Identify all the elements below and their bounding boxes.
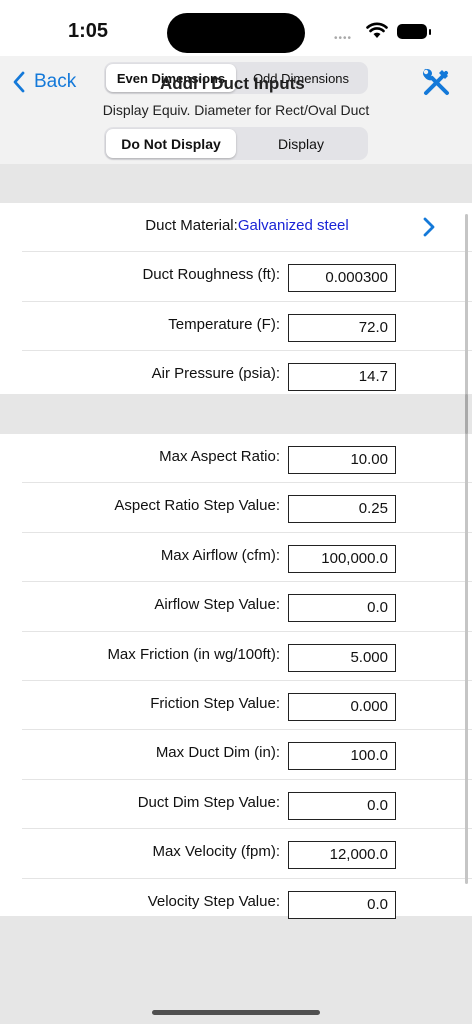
max-duct-dim-label: Max Duct Dim (in): [155,744,280,762]
duct-roughness-field[interactable]: 0.000300 [288,264,396,293]
aspect-ratio-step-row: Aspect Ratio Step Value: 0.25 [22,483,472,533]
max-friction-label: Max Friction (in wg/100ft): [107,645,280,663]
max-friction-field[interactable]: 5.000 [288,643,396,672]
duct-roughness-row: Duct Roughness (ft): 0.000300 [22,252,472,302]
home-indicator[interactable] [152,1010,320,1015]
back-button[interactable]: Back [12,70,76,94]
airflow-step-row: Airflow Step Value: 0.0 [22,582,472,632]
max-velocity-row: Max Velocity (fpm): 12,000.0 [22,829,472,879]
duct-material-text: Duct Material:Galvanized steel [22,217,472,234]
duct-dim-step-row: Duct Dim Step Value: 0.0 [22,780,472,830]
max-velocity-label: Max Velocity (fpm): [152,843,280,861]
equiv-diameter-label: Display Equiv. Diameter for Rect/Oval Du… [102,102,370,118]
duct-dim-step-field[interactable]: 0.0 [288,791,396,820]
friction-step-field[interactable]: 0.000 [288,692,396,721]
friction-step-row: Friction Step Value: 0.000 [22,681,472,731]
max-airflow-row: Max Airflow (cfm): 100,000.0 [22,533,472,583]
duct-properties-section: Duct Material:Galvanized steel Duct Roug… [0,203,472,394]
duct-material-label: Duct Material: [145,217,238,234]
scrollbar-thumb[interactable] [465,394,468,434]
back-label: Back [34,71,77,92]
do-not-display-option[interactable]: Do Not Display [106,129,236,158]
wifi-icon [366,22,388,38]
air-pressure-label: Air Pressure (psia): [151,365,280,383]
scroll-track[interactable] [465,214,468,884]
duct-material-value: Galvanized steel [237,217,349,234]
status-bar: 1:05 •••• [0,0,472,56]
duct-dim-step-label: Duct Dim Step Value: [137,793,280,811]
friction-step-label: Friction Step Value: [150,694,280,712]
status-time: 1:05 [68,20,109,42]
max-duct-dim-row: Max Duct Dim (in): 100.0 [22,730,472,780]
display-option[interactable]: Display [236,129,366,158]
air-pressure-row: Air Pressure (psia): 14.7 [22,351,472,399]
max-airflow-field[interactable]: 100,000.0 [288,544,396,573]
duct-roughness-label: Duct Roughness (ft): [142,266,280,284]
tools-icon[interactable] [420,66,452,98]
max-airflow-label: Max Airflow (cfm): [160,546,280,564]
page-title: Addl'l Duct Inputs [160,74,305,93]
limits-section: Max Aspect Ratio: 10.00 Aspect Ratio Ste… [0,434,472,919]
max-aspect-ratio-row: Max Aspect Ratio: 10.00 [22,434,472,484]
velocity-step-field[interactable]: 0.0 [288,890,396,919]
cellular-signal-icon: •••• [334,33,353,44]
airflow-step-field[interactable]: 0.0 [288,594,396,623]
temperature-row: Temperature (F): 72.0 [22,302,472,352]
aspect-ratio-step-label: Aspect Ratio Step Value: [114,497,280,515]
max-velocity-field[interactable]: 12,000.0 [288,841,396,870]
temperature-label: Temperature (F): [168,315,280,333]
equiv-diameter-segmented-control: Do Not Display Display [104,127,368,160]
air-pressure-field[interactable]: 14.7 [288,363,396,392]
chevron-right-icon[interactable] [422,217,436,237]
max-friction-row: Max Friction (in wg/100ft): 5.000 [22,632,472,681]
airflow-step-label: Airflow Step Value: [154,596,280,614]
velocity-step-label: Velocity Step Value: [147,892,280,910]
duct-material-row[interactable]: Duct Material:Galvanized steel [22,203,472,253]
max-duct-dim-field[interactable]: 100.0 [288,742,396,771]
temperature-field[interactable]: 72.0 [288,313,396,342]
aspect-ratio-step-field[interactable]: 0.25 [288,495,396,524]
battery-icon [397,24,431,39]
dynamic-island [167,13,305,53]
chevron-left-icon [13,71,25,93]
max-aspect-ratio-label: Max Aspect Ratio: [159,448,280,465]
max-aspect-ratio-field[interactable]: 10.00 [288,446,396,474]
velocity-step-row: Velocity Step Value: 0.0 [22,879,472,927]
